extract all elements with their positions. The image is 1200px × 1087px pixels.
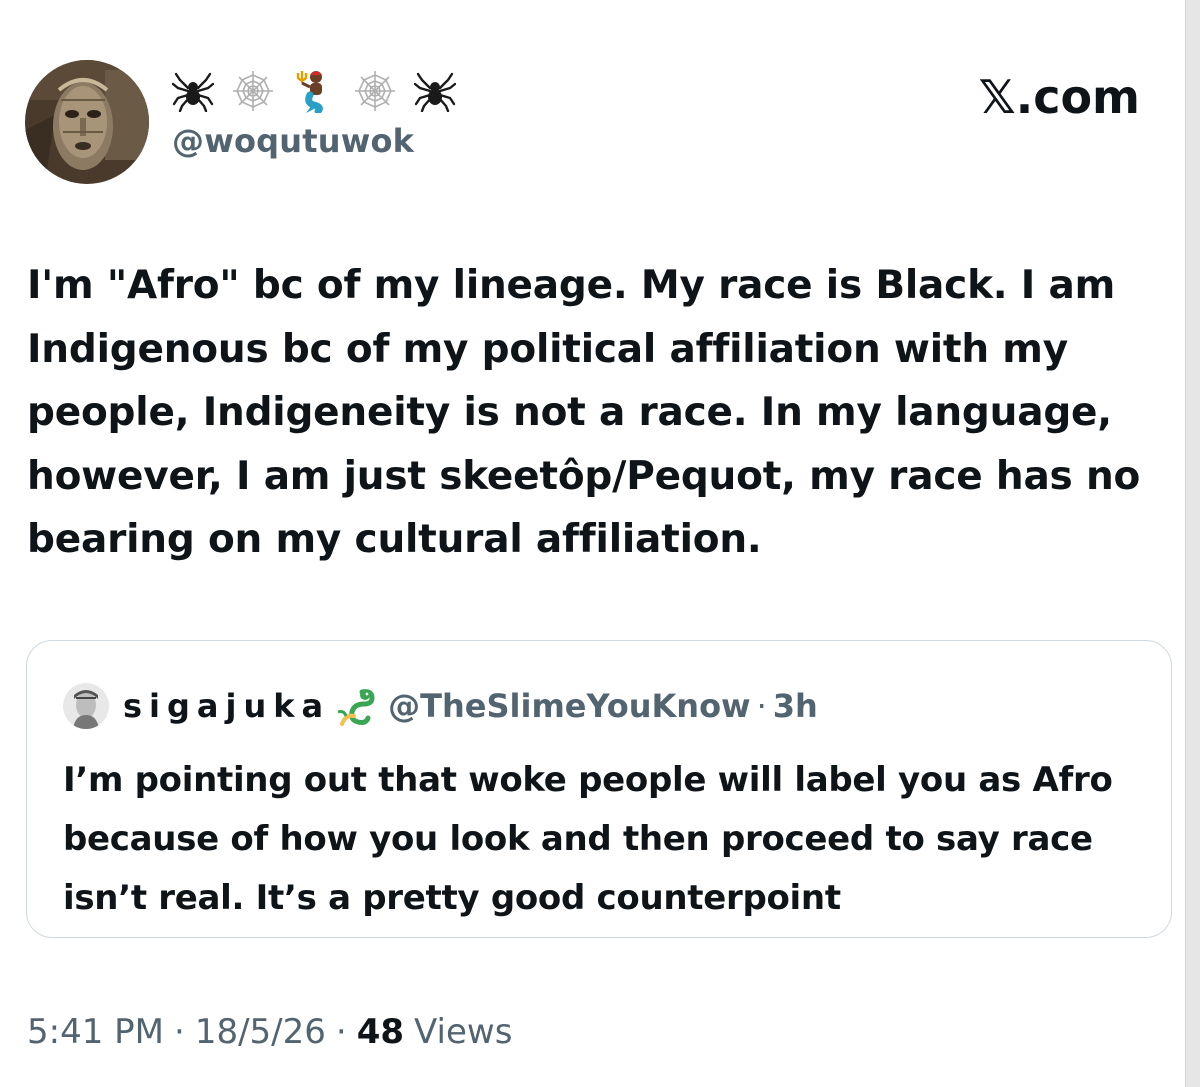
tweet-time[interactable]: 5:41 PM [27, 1012, 164, 1052]
portrait-avatar-image [63, 683, 109, 729]
quote-author-handle[interactable]: @TheSlimeYouKnow [388, 687, 750, 725]
author-avatar[interactable] [25, 60, 149, 184]
quote-header: sigajuka @TheSlimeYouKnow · 3h [63, 681, 818, 731]
quote-text: I’m pointing out that woke people will l… [63, 760, 1113, 918]
views-count: 48 [356, 1012, 405, 1052]
quote-meta-separator: · [756, 687, 767, 725]
quote-time[interactable]: 3h [773, 687, 818, 725]
spider-icon [414, 70, 456, 112]
spider-icon [172, 70, 214, 112]
brand-label: 𝕏.com [978, 70, 1140, 124]
spider-web-icon [352, 70, 398, 112]
tweet-text: I'm "Afro" bc of my lineage. My race is … [27, 263, 1141, 562]
quote-author-avatar[interactable] [63, 683, 109, 729]
footer-separator: · [174, 1012, 185, 1052]
quote-author-name[interactable]: sigajuka [123, 687, 330, 725]
tweet-date[interactable]: 18/5/26 [195, 1012, 326, 1052]
merman-icon [292, 69, 336, 113]
page-edge-strip [1185, 0, 1200, 1087]
dragon-icon [330, 684, 388, 728]
display-name-emoji [172, 68, 456, 114]
footer-separator: · [335, 1012, 347, 1052]
quote-tweet-card[interactable]: sigajuka @TheSlimeYouKnow · 3h I’m point… [26, 640, 1172, 938]
spider-web-icon [230, 70, 276, 112]
mask-avatar-image [25, 60, 149, 184]
views-label: Views [414, 1012, 513, 1052]
author-handle[interactable]: @woqutuwok [172, 122, 414, 160]
tweet-footer: 5:41 PM · 18/5/26 · 48 Views [27, 1004, 512, 1060]
